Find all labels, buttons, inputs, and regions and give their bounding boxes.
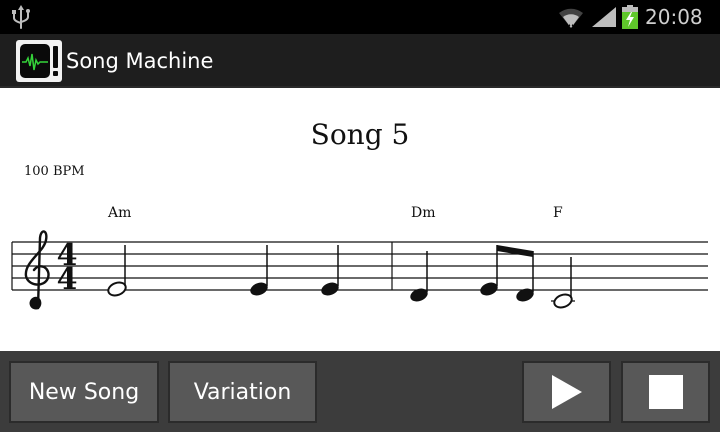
wifi-icon — [559, 8, 583, 29]
treble-clef-icon — [24, 230, 50, 310]
stop-icon — [648, 375, 683, 409]
note — [410, 251, 428, 302]
time-signature-bottom: 4 — [57, 262, 78, 297]
play-button[interactable] — [522, 361, 611, 423]
signal-icon — [592, 7, 616, 27]
app-title: Song Machine — [66, 49, 214, 73]
note — [250, 245, 268, 296]
usb-icon — [12, 5, 30, 29]
status-clock: 20:08 — [645, 5, 703, 29]
note — [321, 245, 339, 296]
note — [516, 251, 534, 302]
battery-charging-icon — [622, 5, 638, 29]
song-machine-app-icon[interactable] — [16, 40, 62, 82]
note — [480, 245, 498, 296]
note — [107, 245, 127, 297]
status-bar: 20:08 — [0, 0, 720, 34]
note — [551, 257, 575, 309]
note-beam — [497, 245, 533, 257]
action-bar: Song Machine — [0, 34, 720, 88]
score-view: Song 5 100 BPM Am Dm F 4 4 — [0, 88, 720, 351]
variation-button[interactable]: Variation — [168, 361, 317, 423]
play-icon — [551, 375, 582, 409]
stop-button[interactable] — [621, 361, 710, 423]
new-song-button[interactable]: New Song — [9, 361, 159, 423]
music-staff: 4 4 — [11, 230, 708, 310]
playback-controls: New Song Variation — [0, 351, 720, 432]
